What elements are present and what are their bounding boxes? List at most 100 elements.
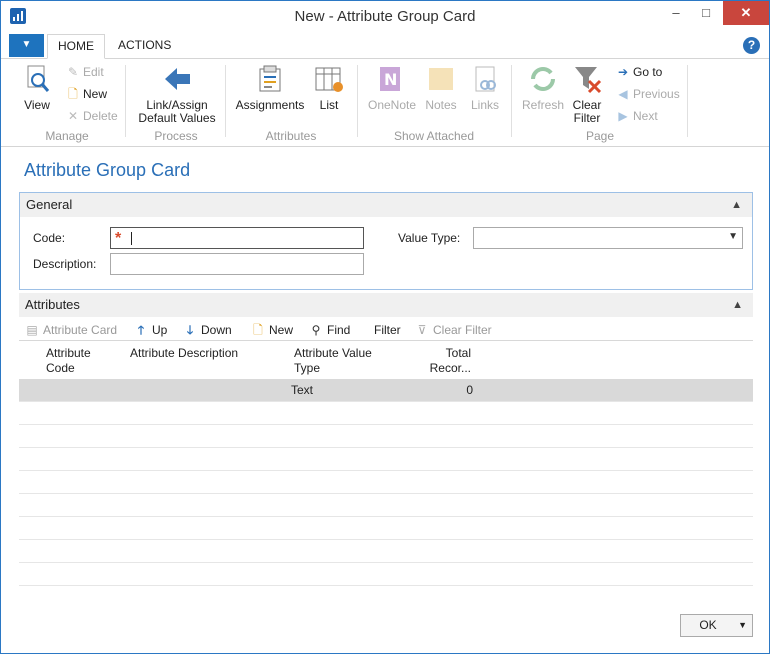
ribbon-separator	[687, 65, 688, 137]
chevron-down-icon[interactable]: ▼	[738, 620, 747, 630]
code-field[interactable]: *	[110, 227, 364, 249]
application-menu-button[interactable]: ▼	[9, 34, 44, 57]
general-header[interactable]: General ▲	[20, 193, 752, 217]
column-attribute-value-type[interactable]: Attribute Value Type	[294, 346, 372, 376]
ribbon-separator	[225, 65, 226, 137]
refresh-icon	[527, 63, 559, 95]
general-header-label: General	[26, 197, 73, 212]
value-type-label: Value Type:	[398, 231, 461, 245]
find-button[interactable]: ⚲ Find	[309, 321, 351, 339]
attribute-card-button[interactable]: ▤ Attribute Card	[25, 321, 117, 339]
window-title: New - Attribute Group Card	[294, 8, 476, 25]
dialog-window: New - Attribute Group Card – □ ✕ ▼ HOME …	[0, 0, 770, 654]
attributes-header-label: Attributes	[25, 297, 80, 312]
column-label: Code	[46, 361, 75, 375]
links-icon	[469, 63, 501, 95]
clear-filter-button[interactable]: Clear Filter	[567, 63, 607, 125]
link-assign-default-values-button[interactable]: Link/Assign Default Values	[131, 63, 223, 125]
list-icon	[313, 63, 345, 95]
table-row-empty[interactable]	[19, 448, 753, 471]
table-row-empty[interactable]	[19, 563, 753, 586]
show-attached-group-label: Show Attached	[393, 129, 475, 143]
previous-label: Previous	[633, 87, 680, 101]
cell-total: 0	[466, 383, 473, 397]
new-button[interactable]: 🗋 New	[65, 85, 107, 103]
table-row-empty[interactable]	[19, 425, 753, 448]
general-section: General ▲ Code: * Description: Value Typ…	[19, 192, 753, 290]
link-assign-label-2: Default Values	[138, 111, 216, 125]
delete-label: Delete	[83, 109, 118, 123]
next-label: Next	[633, 109, 658, 123]
notes-icon	[425, 63, 457, 95]
table-row-empty[interactable]	[19, 494, 753, 517]
clear-filter-label-1: Clear	[572, 98, 602, 112]
attributes-header[interactable]: Attributes ▲	[19, 293, 753, 317]
column-label: Attribute Description	[130, 346, 239, 360]
table-row-empty[interactable]	[19, 540, 753, 563]
chevron-down-icon: ▼	[728, 231, 738, 242]
move-down-button[interactable]: 🡓 Down	[183, 321, 232, 339]
arrow-down-icon: 🡓	[186, 323, 194, 337]
edit-button[interactable]: ✎ Edit	[65, 63, 104, 81]
description-field[interactable]	[110, 253, 364, 275]
code-label: Code:	[33, 231, 66, 245]
ribbon-group-show-attached: N OneNote Notes Links Show Attached	[359, 59, 509, 147]
table-row-empty[interactable]	[19, 402, 753, 425]
ok-button[interactable]: OK ▼	[680, 614, 753, 637]
tab-actions[interactable]: ACTIONS	[108, 34, 181, 59]
table-row-empty[interactable]	[19, 517, 753, 540]
view-button[interactable]: View	[17, 63, 57, 112]
column-label: Recor...	[429, 361, 471, 375]
move-up-button[interactable]: 🡑 Up	[134, 321, 167, 339]
column-total-records[interactable]: Total Recor...	[417, 346, 471, 376]
pencil-icon: ✎	[67, 65, 79, 79]
collapse-icon[interactable]: ▲	[731, 193, 742, 217]
column-label: Total	[445, 346, 471, 360]
table-row[interactable]: Text 0	[19, 379, 753, 402]
onenote-button[interactable]: N OneNote	[365, 63, 419, 112]
assignments-button[interactable]: Assignments	[233, 63, 307, 112]
notes-label: Notes	[425, 98, 457, 112]
links-button[interactable]: Links	[465, 63, 505, 112]
onenote-label: OneNote	[367, 98, 417, 112]
value-type-dropdown[interactable]: ▼	[473, 227, 743, 249]
notes-button[interactable]: Notes	[421, 63, 461, 112]
filter-label: Filter	[374, 323, 401, 337]
back-arrow-icon	[161, 63, 193, 95]
next-button[interactable]: ▶ Next	[615, 107, 658, 125]
previous-button[interactable]: ◀ Previous	[615, 85, 680, 103]
ribbon-group-page: Refresh Clear Filter ➔ Go to ◀ Previous …	[513, 59, 687, 147]
go-to-button[interactable]: ➔ Go to	[615, 63, 662, 81]
edit-label: Edit	[83, 65, 104, 79]
clear-filter-icon	[571, 63, 603, 95]
refresh-button[interactable]: Refresh	[519, 63, 567, 112]
down-label: Down	[201, 323, 232, 337]
ribbon-group-attributes: Assignments List Attributes	[227, 59, 355, 147]
close-button[interactable]: ✕	[723, 1, 769, 25]
list-button[interactable]: List	[311, 63, 347, 112]
column-attribute-code[interactable]: Attribute Code	[46, 346, 91, 376]
help-icon[interactable]: ?	[743, 37, 760, 54]
column-label: Attribute Value	[294, 346, 372, 360]
table-row-empty[interactable]	[19, 471, 753, 494]
tab-home[interactable]: HOME	[47, 34, 105, 59]
go-to-label: Go to	[633, 65, 663, 79]
required-icon: *	[115, 230, 122, 247]
assignments-label: Assignments	[235, 98, 305, 112]
manage-group-label: Manage	[45, 129, 89, 143]
view-label: View	[24, 98, 50, 112]
collapse-icon[interactable]: ▲	[732, 293, 743, 317]
arrow-right-icon: ➔	[617, 65, 629, 79]
assignments-icon	[254, 63, 286, 95]
minimize-button[interactable]: –	[660, 1, 692, 25]
maximize-button[interactable]: □	[690, 1, 722, 25]
triangle-right-icon: ▶	[618, 109, 628, 123]
new-line-label: New	[269, 323, 294, 337]
ribbon-separator	[511, 65, 512, 137]
new-line-button[interactable]: 🗋 New	[251, 321, 293, 339]
delete-button[interactable]: ✕ Delete	[65, 107, 118, 125]
text-cursor	[131, 232, 132, 245]
clear-filter-toolbar-button[interactable]: ⊽ Clear Filter	[415, 321, 492, 339]
column-attribute-description[interactable]: Attribute Description	[130, 346, 238, 361]
filter-button[interactable]: Filter	[374, 321, 401, 339]
